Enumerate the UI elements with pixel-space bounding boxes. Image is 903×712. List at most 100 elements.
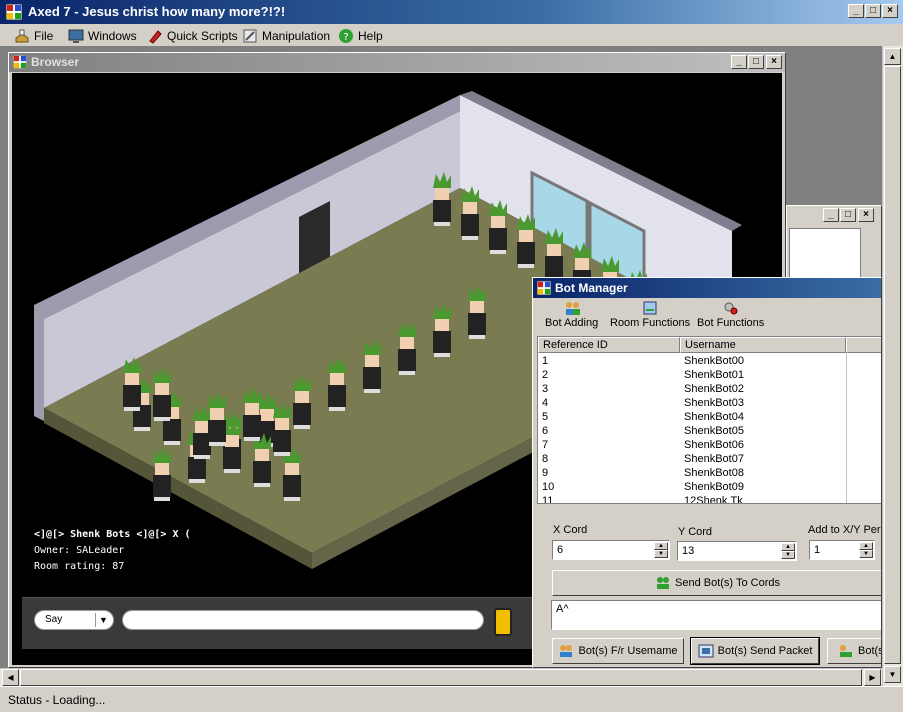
reference-id-cell: 10 <box>542 481 555 493</box>
table-row[interactable]: 6 ShenkBot05 <box>538 424 846 438</box>
bot-avatar[interactable] <box>363 339 381 393</box>
menu-windows[interactable]: Windows <box>68 27 137 45</box>
bot-avatar[interactable] <box>208 392 226 446</box>
room-functions-button[interactable]: Room Functions <box>610 300 690 334</box>
reference-id-cell: 5 <box>542 411 549 423</box>
monitor-icon <box>68 29 84 43</box>
send-to-cords-button[interactable]: Send Bot(s) To Cords <box>552 570 881 596</box>
bot-avatar[interactable] <box>293 375 311 429</box>
column-username[interactable]: Username <box>680 337 846 353</box>
browser-title: Browser <box>31 55 80 69</box>
reference-id-cell: 11 <box>542 495 554 504</box>
horizontal-scroll-thumb[interactable] <box>20 669 862 686</box>
bot-avatar[interactable] <box>153 447 171 501</box>
bot-avatar[interactable] <box>123 357 141 411</box>
vertical-scrollbar[interactable]: ▲ ▼ <box>882 46 903 686</box>
username-cell: ShenkBot01 <box>684 369 744 381</box>
username-cell: ShenkBot03 <box>684 397 744 409</box>
bot-avatar[interactable] <box>517 214 535 268</box>
username-cell: ShenkBot08 <box>684 467 744 479</box>
svg-text:?: ? <box>343 32 348 43</box>
scroll-up-button[interactable]: ▲ <box>884 48 901 65</box>
bot-adding-button[interactable]: Bot Adding <box>545 300 598 334</box>
table-row[interactable]: 11 12Shenk.Tk <box>538 494 846 504</box>
table-row[interactable]: 9 ShenkBot08 <box>538 466 846 480</box>
y-cord-input[interactable]: 13 ▲ ▼ <box>677 541 797 561</box>
x-cord-down-button[interactable]: ▼ <box>654 550 668 558</box>
close-button[interactable]: × <box>882 4 898 18</box>
bot-functions-button[interactable]: Bot Functions <box>697 300 764 334</box>
x-cord-input[interactable]: 6 ▲ ▼ <box>552 540 670 560</box>
menu-manipulation[interactable]: Manipulation <box>242 27 330 45</box>
secondary-minimize-button[interactable]: _ <box>823 208 839 222</box>
browser-title-bar: Browser _ □ × <box>9 53 785 72</box>
status-text: Status - Loading... <box>8 693 106 707</box>
room-info: <]@[> Shenk Bots <]@[> X ( Owner: SALead… <box>34 527 191 575</box>
table-row[interactable]: 5 ShenkBot04 <box>538 410 846 424</box>
bot-manager-title-bar: Bot Manager <box>533 278 881 298</box>
users-icon <box>657 577 670 589</box>
menu-file[interactable]: File <box>14 27 53 45</box>
bot-avatar[interactable] <box>243 387 261 441</box>
packet-input[interactable]: A^ <box>551 600 881 630</box>
bot-avatar[interactable] <box>153 367 171 421</box>
bot-avatar[interactable] <box>433 172 451 226</box>
manipulation-icon <box>243 29 257 43</box>
secondary-close-button[interactable]: × <box>858 208 874 222</box>
browser-close-button[interactable]: × <box>766 55 782 69</box>
table-row[interactable]: 10 ShenkBot09 <box>538 480 846 494</box>
scroll-left-button[interactable]: ◀ <box>2 669 19 686</box>
chat-input[interactable] <box>122 610 484 630</box>
table-row[interactable]: 8 ShenkBot07 <box>538 452 846 466</box>
bot-avatar[interactable] <box>489 200 507 254</box>
bot-avatar[interactable] <box>273 402 291 456</box>
browser-minimize-button[interactable]: _ <box>731 55 747 69</box>
scroll-down-button[interactable]: ▼ <box>884 666 901 683</box>
secondary-maximize-button[interactable]: □ <box>840 208 856 222</box>
minimize-button[interactable]: _ <box>848 4 864 18</box>
app-icon <box>6 4 22 20</box>
browser-maximize-button[interactable]: □ <box>748 55 764 69</box>
vertical-scroll-thumb[interactable] <box>884 66 901 664</box>
table-row[interactable]: 1 ShenkBot00 <box>538 354 846 368</box>
chat-mode-select[interactable]: Say ▼ <box>34 610 114 630</box>
follow-user-button[interactable]: Bot(s) F/r Usemame <box>552 638 684 664</box>
table-row[interactable]: 2 ShenkBot01 <box>538 368 846 382</box>
scroll-right-button[interactable]: ▶ <box>864 669 881 686</box>
bots-table[interactable]: Reference ID Username 1 ShenkBot00 2 ShenkB… <box>537 336 881 504</box>
main-title-bar: Axed 7 - Jesus christ how many more?!?! … <box>0 0 903 24</box>
secondary-list[interactable] <box>789 228 861 280</box>
column-reference-id[interactable]: Reference ID <box>538 337 680 353</box>
send-packet-button[interactable]: Bot(s) Send Packet <box>690 637 820 665</box>
bot-avatar[interactable] <box>398 321 416 375</box>
table-row[interactable]: 7 ShenkBot06 <box>538 438 846 452</box>
username-cell: ShenkBot07 <box>684 453 744 465</box>
menu-quick-scripts[interactable]: Quick Scripts <box>147 27 238 45</box>
add-xy-down-button[interactable]: ▼ <box>859 550 873 558</box>
bot-avatar[interactable] <box>468 285 486 339</box>
add-xy-up-button[interactable]: ▲ <box>859 542 873 550</box>
hand-icon[interactable] <box>494 608 512 636</box>
table-row[interactable]: 3 ShenkBot02 <box>538 382 846 396</box>
bot-manager-title: Bot Manager <box>555 281 628 295</box>
maximize-button[interactable]: □ <box>865 4 881 18</box>
window-title: Axed 7 - Jesus christ how many more?!?! <box>28 4 286 19</box>
reference-id-cell: 7 <box>542 439 549 451</box>
x-cord-label: X Cord <box>553 524 588 536</box>
add-xy-input[interactable]: 1 ▲ ▼ <box>809 540 875 560</box>
table-row[interactable]: 4 ShenkBot03 <box>538 396 846 410</box>
bot-avatar[interactable] <box>253 433 271 487</box>
y-cord-down-button[interactable]: ▼ <box>781 551 795 559</box>
bot-avatar[interactable] <box>328 357 346 411</box>
bot-action-button[interactable]: Bot(s <box>827 638 881 664</box>
file-icon <box>15 29 29 43</box>
bot-avatar[interactable] <box>433 303 451 357</box>
script-icon <box>149 30 162 44</box>
menu-help[interactable]: ? Help <box>338 27 383 45</box>
bot-avatar[interactable] <box>461 186 479 240</box>
bot-avatar[interactable] <box>545 228 563 282</box>
reference-id-cell: 8 <box>542 453 549 465</box>
y-cord-up-button[interactable]: ▲ <box>781 543 795 551</box>
x-cord-up-button[interactable]: ▲ <box>654 542 668 550</box>
horizontal-scrollbar[interactable]: ◀ ▶ <box>0 668 882 686</box>
